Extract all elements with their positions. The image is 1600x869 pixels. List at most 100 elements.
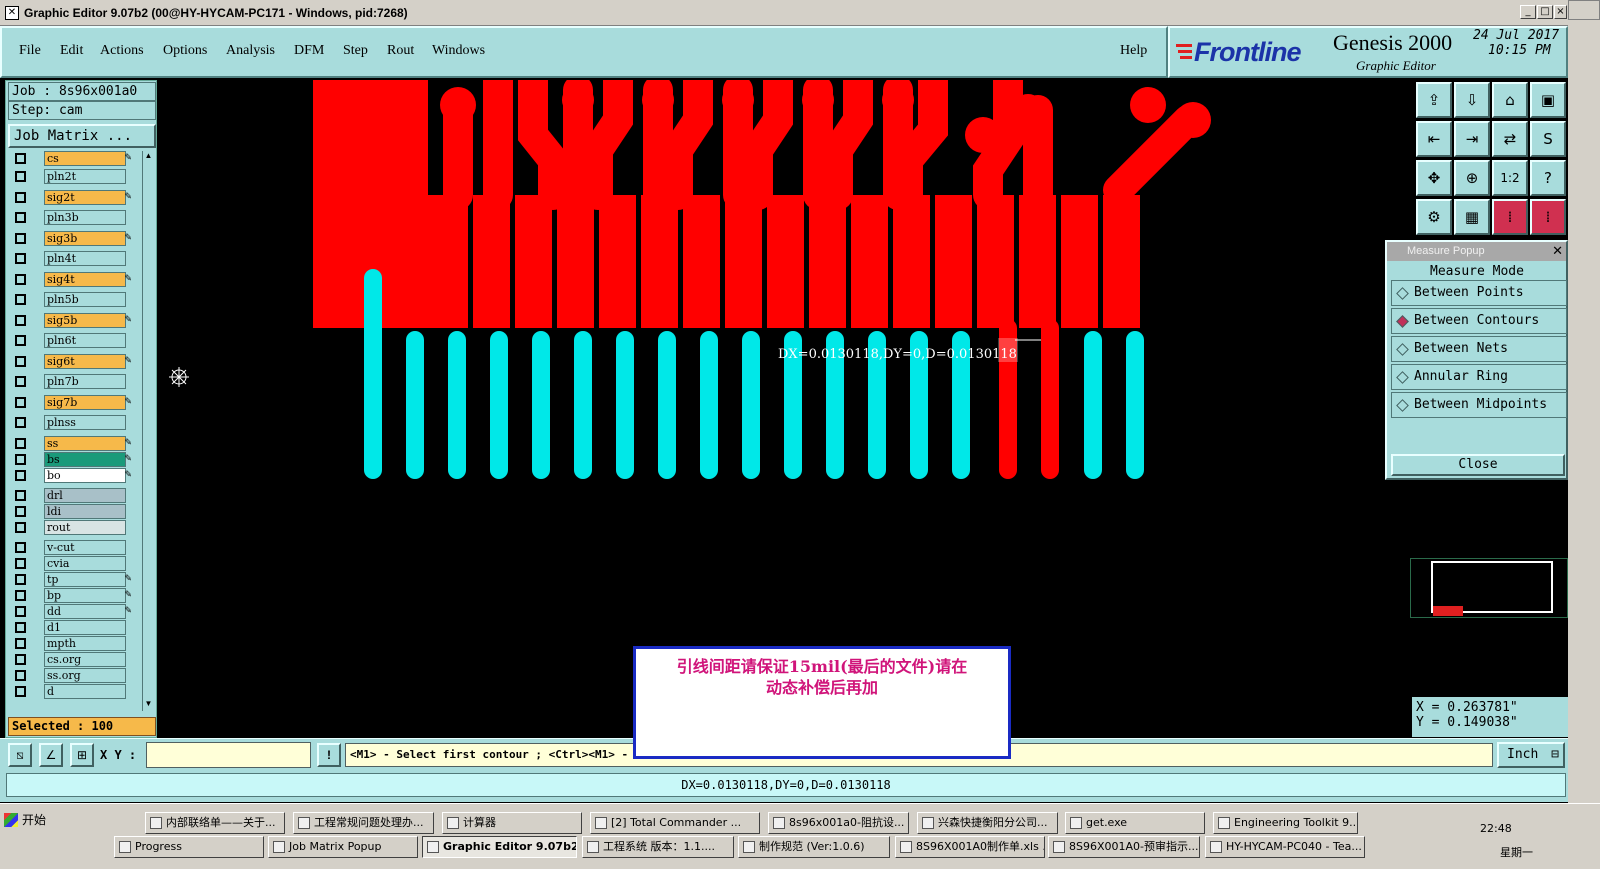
- menu-rout[interactable]: Rout: [387, 43, 414, 59]
- layer-row-ss-org[interactable]: ss.org: [8, 668, 136, 683]
- home-icon[interactable]: ⌂: [1492, 82, 1528, 118]
- layer-row-sig7b[interactable]: sig7b ✎: [8, 395, 136, 410]
- taskbar-item[interactable]: get.exe: [1065, 812, 1205, 834]
- layer-checkbox[interactable]: [15, 490, 26, 501]
- taskbar-item[interactable]: 8S96X001A0-预审指示...: [1048, 836, 1200, 858]
- taskbar-item[interactable]: [2] Total Commander ...: [590, 812, 760, 834]
- alert-icon[interactable]: !: [317, 743, 341, 767]
- layer-checkbox[interactable]: [15, 686, 26, 697]
- layer-scrollbar[interactable]: ▲ ▼: [142, 151, 154, 711]
- layer-name[interactable]: pln4t: [44, 251, 126, 266]
- layer-checkbox[interactable]: [15, 171, 26, 182]
- layer-checkbox[interactable]: [15, 542, 26, 553]
- settings-icon[interactable]: ⚙: [1416, 199, 1452, 235]
- layer-checkbox[interactable]: [15, 638, 26, 649]
- layer-checkbox[interactable]: [15, 622, 26, 633]
- pan-right-icon[interactable]: ⇥: [1454, 121, 1490, 157]
- layer-name[interactable]: ss: [44, 436, 126, 451]
- maximize-button[interactable]: □: [1537, 5, 1553, 19]
- layer-checkbox[interactable]: [15, 506, 26, 517]
- layer-row-cvia[interactable]: cvia: [8, 556, 136, 571]
- close-button[interactable]: ×: [1554, 5, 1567, 19]
- layer-name[interactable]: pln5b: [44, 292, 126, 307]
- layer-checkbox[interactable]: [15, 470, 26, 481]
- layer-name[interactable]: sig4t: [44, 272, 126, 287]
- window-scrollbar[interactable]: [1568, 0, 1600, 803]
- layer-checkbox[interactable]: [15, 294, 26, 305]
- layer-name[interactable]: v-cut: [44, 540, 126, 555]
- layer-checkbox[interactable]: [15, 397, 26, 408]
- layer-checkbox[interactable]: [15, 558, 26, 569]
- job-matrix-button[interactable]: Job Matrix ...: [8, 124, 156, 148]
- taskbar-item[interactable]: 8S96X001A0制作单.xls ...: [895, 836, 1045, 858]
- help-icon[interactable]: ?: [1530, 160, 1566, 196]
- layer-name[interactable]: ldi: [44, 504, 126, 519]
- snap-mode-icon[interactable]: ⧅: [8, 743, 32, 767]
- layer-name[interactable]: cvia: [44, 556, 126, 571]
- menu-edit[interactable]: Edit: [60, 43, 83, 59]
- layer-name[interactable]: ss.org: [44, 668, 126, 683]
- layer-row-sig2t[interactable]: sig2t ✎: [8, 190, 136, 205]
- layer-view-icon[interactable]: ⁞: [1492, 199, 1528, 235]
- layer-name[interactable]: mpth: [44, 636, 126, 651]
- layer-row-dd[interactable]: dd ✎: [8, 604, 136, 619]
- layer-checkbox[interactable]: [15, 274, 26, 285]
- layer-row-tp[interactable]: tp ✎: [8, 572, 136, 587]
- snap-icon[interactable]: S: [1530, 121, 1566, 157]
- layer-name[interactable]: d1: [44, 620, 126, 635]
- layer-checkbox[interactable]: [15, 153, 26, 164]
- layer-row-drl[interactable]: drl: [8, 488, 136, 503]
- layer-checkbox[interactable]: [15, 454, 26, 465]
- layer-checkbox[interactable]: [15, 574, 26, 585]
- layer-name[interactable]: d: [44, 684, 126, 699]
- mini-map[interactable]: [1410, 558, 1568, 618]
- layer-row-sig5b[interactable]: sig5b ✎: [8, 313, 136, 328]
- layer-row-ldi[interactable]: ldi: [8, 504, 136, 519]
- menu-options[interactable]: Options: [163, 43, 207, 59]
- layer-row-v-cut[interactable]: v-cut: [8, 540, 136, 555]
- taskbar-item[interactable]: 兴森快捷衡阳分公司...: [917, 812, 1058, 834]
- layer-row-rout[interactable]: rout: [8, 520, 136, 535]
- taskbar-item[interactable]: 内部联络单——关于...: [145, 812, 285, 834]
- pan-left-icon[interactable]: ⇤: [1416, 121, 1452, 157]
- menu-help[interactable]: Help: [1120, 43, 1147, 59]
- option-between-points[interactable]: Between Points: [1391, 280, 1567, 306]
- menu-step[interactable]: Step: [343, 43, 368, 59]
- layer-checkbox[interactable]: [15, 315, 26, 326]
- layer-row-pln7b[interactable]: pln7b: [8, 374, 136, 389]
- option-annular-ring[interactable]: Annular Ring: [1391, 364, 1567, 390]
- layer-row-sig4t[interactable]: sig4t ✎: [8, 272, 136, 287]
- layer-name[interactable]: tp: [44, 572, 126, 587]
- layer-row-bp[interactable]: bp ✎: [8, 588, 136, 603]
- layer-checkbox[interactable]: [15, 590, 26, 601]
- layer-row-d1[interactable]: d1: [8, 620, 136, 635]
- scale-icon[interactable]: 1:2: [1492, 160, 1528, 196]
- menu-file[interactable]: File: [19, 43, 41, 59]
- minimize-button[interactable]: _: [1520, 5, 1536, 19]
- layer-row-cs-org[interactable]: cs.org: [8, 652, 136, 667]
- layer-checkbox[interactable]: [15, 654, 26, 665]
- taskbar-item[interactable]: 工程系统 版本：1.1....: [582, 836, 734, 858]
- layer-checkbox[interactable]: [15, 253, 26, 264]
- layer-name[interactable]: sig2t: [44, 190, 126, 205]
- layer-checkbox[interactable]: [15, 192, 26, 203]
- layer-checkbox[interactable]: [15, 212, 26, 223]
- layer-row-mpth[interactable]: mpth: [8, 636, 136, 651]
- layer-checkbox[interactable]: [15, 606, 26, 617]
- layer-name[interactable]: pln2t: [44, 169, 126, 184]
- layer-name[interactable]: sig6t: [44, 354, 126, 369]
- grid-icon[interactable]: ▦: [1454, 199, 1490, 235]
- option-between-nets[interactable]: Between Nets: [1391, 336, 1567, 362]
- layer-name[interactable]: rout: [44, 520, 126, 535]
- taskbar-item[interactable]: Engineering Toolkit 9....: [1213, 812, 1358, 834]
- layer-row-d[interactable]: d: [8, 684, 136, 699]
- layer-name[interactable]: dd: [44, 604, 126, 619]
- layer-row-pln3b[interactable]: pln3b: [8, 210, 136, 225]
- layer-checkbox[interactable]: [15, 376, 26, 387]
- layer-checkbox[interactable]: [15, 417, 26, 428]
- units-selector[interactable]: Inch ⊟: [1497, 742, 1565, 768]
- popup-close-icon[interactable]: ✕: [1552, 243, 1563, 259]
- graphic-canvas[interactable]: DX=0.0130118,DY=0,D=0.0130118: [158, 80, 1410, 738]
- xy-input[interactable]: [146, 742, 311, 768]
- layer-row-pln5b[interactable]: pln5b: [8, 292, 136, 307]
